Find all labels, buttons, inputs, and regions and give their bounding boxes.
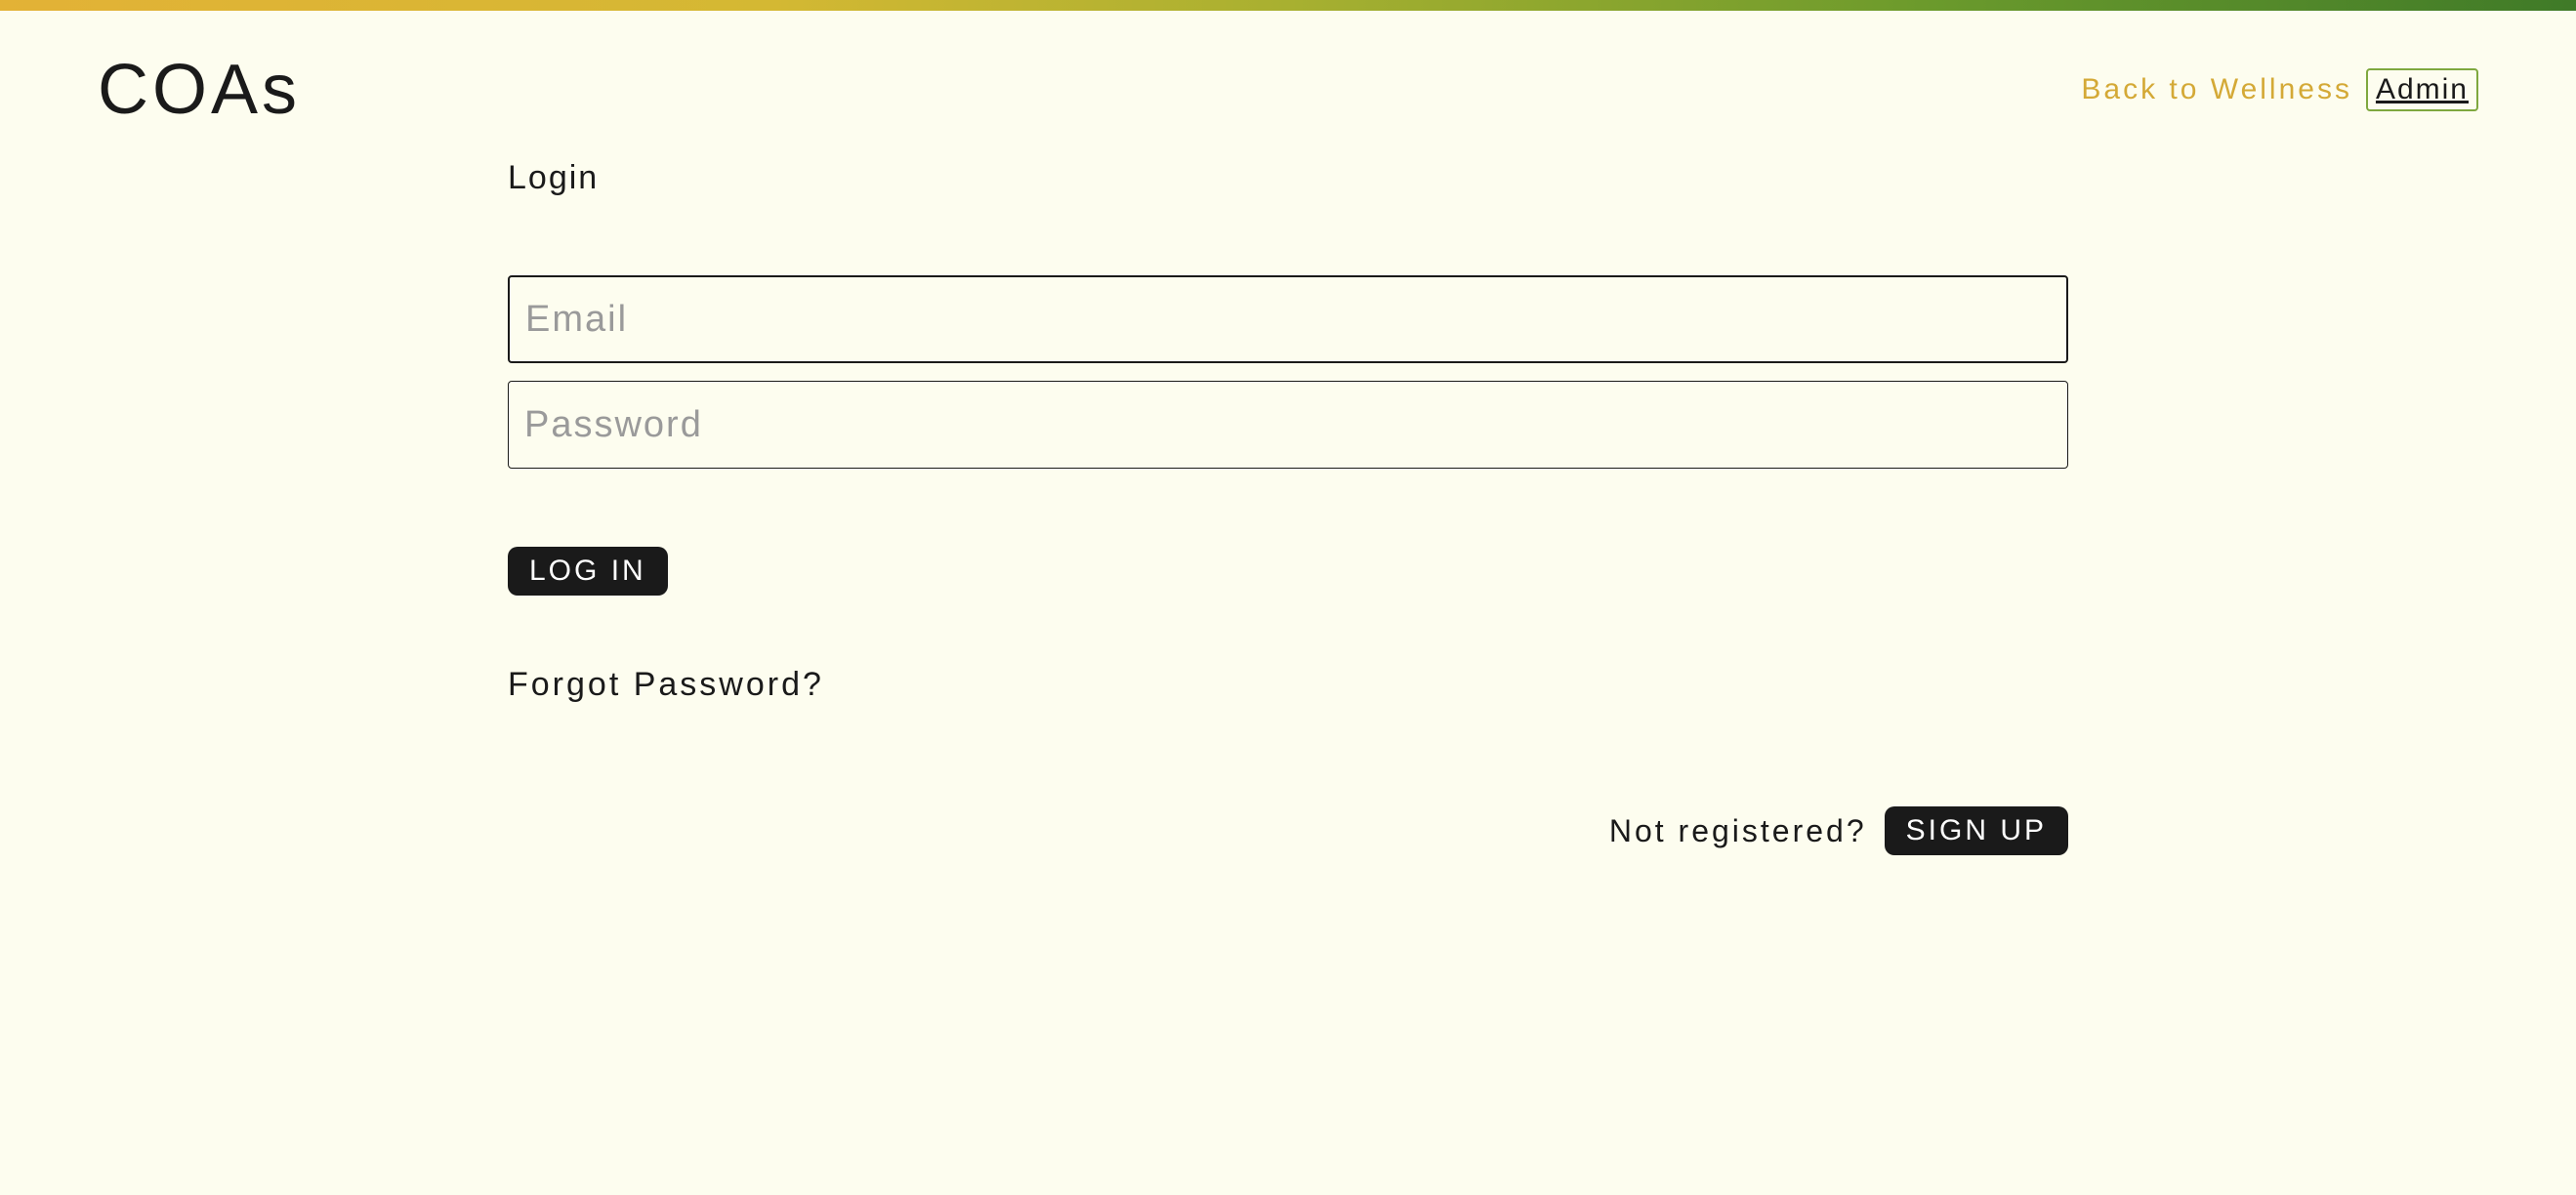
signup-row: Not registered? SIGN UP bbox=[508, 806, 2068, 855]
back-to-wellness-link[interactable]: Back to Wellness bbox=[2081, 73, 2352, 106]
login-button[interactable]: LOG IN bbox=[508, 547, 668, 596]
header: COAs Back to Wellness Admin bbox=[0, 11, 2576, 130]
email-field[interactable] bbox=[508, 275, 2068, 363]
not-registered-text: Not registered? bbox=[1609, 813, 1867, 849]
nav-links: Back to Wellness Admin bbox=[2081, 68, 2478, 111]
signup-button[interactable]: SIGN UP bbox=[1885, 806, 2068, 855]
forgot-password-link[interactable]: Forgot Password? bbox=[508, 666, 824, 704]
logo: COAs bbox=[98, 50, 301, 130]
password-field[interactable] bbox=[508, 381, 2068, 469]
top-gradient-bar bbox=[0, 0, 2576, 11]
login-button-wrap: LOG IN bbox=[508, 547, 2068, 596]
admin-link[interactable]: Admin bbox=[2366, 68, 2478, 111]
login-heading: Login bbox=[508, 159, 2068, 197]
login-form: Login LOG IN Forgot Password? Not regist… bbox=[0, 130, 2576, 855]
